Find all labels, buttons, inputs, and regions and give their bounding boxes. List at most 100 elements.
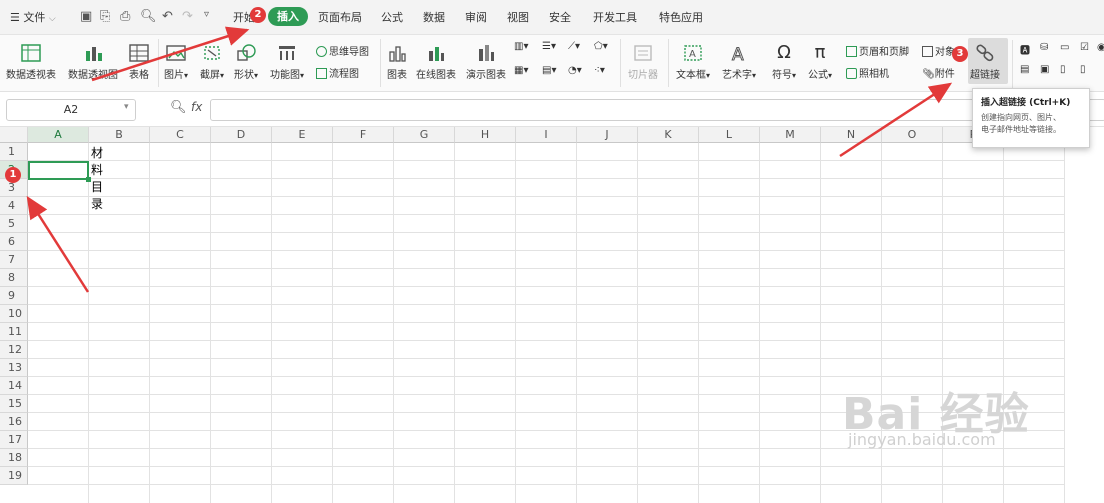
tab-review[interactable]: 审阅 [465, 9, 487, 25]
row-header-14[interactable]: 14 [0, 377, 28, 395]
column-header-B[interactable]: B [89, 127, 150, 143]
column-header-F[interactable]: F [333, 127, 394, 143]
radar-chart-dropdown[interactable]: ⬠▾ [594, 41, 608, 52]
tab-view[interactable]: 视图 [507, 9, 529, 25]
chart-button[interactable]: 图表 [386, 41, 408, 81]
row-header-19[interactable]: 19 [0, 467, 28, 485]
flowchart-icon [316, 68, 327, 79]
tab-insert[interactable]: 插入 [268, 7, 308, 26]
form-cylinder-icon[interactable]: ⛁ [1040, 42, 1048, 53]
fill-handle[interactable] [86, 177, 91, 182]
formula-input[interactable] [210, 99, 1104, 121]
row-header-17[interactable]: 17 [0, 431, 28, 449]
radio-icon[interactable]: ◉ [1097, 42, 1104, 53]
redo-icon[interactable]: ↷ [182, 9, 193, 24]
row-header-13[interactable]: 13 [0, 359, 28, 377]
column-header-N[interactable]: N [821, 127, 882, 143]
file-menu-button[interactable]: ☰ 文件 ⌵ [10, 9, 56, 25]
pivot-chart-button[interactable]: 数据透视图 [68, 41, 118, 81]
symbol-button[interactable]: Ω 符号▾ [772, 41, 796, 82]
table-button[interactable]: 表格 [128, 41, 150, 81]
camera-button[interactable]: 照相机 [846, 65, 889, 80]
form-box-icon[interactable]: ▭ [1060, 42, 1069, 53]
object-button[interactable]: 对象 [922, 43, 955, 58]
bar-chart-dropdown[interactable]: ☰▾ [542, 41, 556, 52]
row-header-8[interactable]: 8 [0, 269, 28, 287]
column-header-E[interactable]: E [272, 127, 333, 143]
row-header-1[interactable]: 1 [0, 143, 28, 161]
tab-formulas[interactable]: 公式 [381, 9, 403, 25]
tab-developer-tools[interactable]: 开发工具 [593, 9, 637, 25]
column-header-O[interactable]: O [882, 127, 943, 143]
wordart-button[interactable]: A 艺术字▾ [722, 41, 756, 82]
row-header-4[interactable]: 4 [0, 197, 28, 215]
print-icon[interactable]: ⎙ [120, 9, 130, 24]
slicer-button[interactable]: 切片器 [628, 41, 658, 81]
row-header-5[interactable]: 5 [0, 215, 28, 233]
column-chart-dropdown[interactable]: ▥▾ [514, 41, 528, 52]
column-header-D[interactable]: D [211, 127, 272, 143]
function-chart-button[interactable]: 功能图▾ [270, 41, 304, 81]
save-icon[interactable]: ▣ [80, 9, 92, 24]
fx-icon[interactable]: fx [191, 100, 202, 114]
demo-chart-button[interactable]: 演示图表 [466, 41, 506, 81]
stat-chart-dropdown[interactable]: ▤▾ [542, 65, 556, 76]
row-header-7[interactable]: 7 [0, 251, 28, 269]
form-combo-icon[interactable]: ▣ [1040, 64, 1049, 75]
column-header-I[interactable]: I [516, 127, 577, 143]
column-header-A[interactable]: A [28, 127, 89, 143]
stock-chart-dropdown[interactable]: ▦▾ [514, 65, 528, 76]
form-scroll-icon[interactable]: ▯ [1060, 64, 1066, 75]
menu-bar: ☰ 文件 ⌵ ▣ ⎘ ⎙ 🔍︎ ↶ ↷ ▿ 开始 插入 页面布局 公式 数据 审… [0, 0, 1104, 35]
picture-button[interactable]: 图片▾ [164, 41, 188, 81]
chevron-down-icon[interactable]: ▾ [124, 102, 129, 112]
online-chart-button[interactable]: 在线图表 [416, 41, 456, 81]
row-header-18[interactable]: 18 [0, 449, 28, 467]
textbox-button[interactable]: A 文本框▾ [676, 41, 710, 81]
grid-line [28, 304, 1065, 305]
zoom-search-icon[interactable]: 🔍︎ [170, 100, 187, 115]
pivot-table-button[interactable]: 数据透视表 [6, 41, 56, 81]
select-all-corner[interactable] [0, 127, 28, 143]
line-chart-dropdown[interactable]: ⟋▾ [568, 41, 580, 52]
cell-B1[interactable]: 材料目录 [91, 144, 103, 212]
column-header-M[interactable]: M [760, 127, 821, 143]
row-header-15[interactable]: 15 [0, 395, 28, 413]
row-header-6[interactable]: 6 [0, 233, 28, 251]
column-header-J[interactable]: J [577, 127, 638, 143]
row-header-16[interactable]: 16 [0, 413, 28, 431]
column-header-L[interactable]: L [699, 127, 760, 143]
shape-button[interactable]: 形状▾ [234, 41, 258, 81]
active-cell-selection[interactable] [28, 161, 89, 180]
mindmap-button[interactable]: 思维导图 [316, 43, 369, 58]
tab-security[interactable]: 安全 [549, 9, 571, 25]
row-header-9[interactable]: 9 [0, 287, 28, 305]
format-painter-icon[interactable]: ⎘ [100, 9, 110, 24]
tab-page-layout[interactable]: 页面布局 [318, 9, 362, 25]
screenshot-button[interactable]: 截屏▾ [200, 41, 224, 81]
name-box[interactable]: A2 [6, 99, 136, 121]
flowchart-button[interactable]: 流程图 [316, 65, 359, 80]
row-header-11[interactable]: 11 [0, 323, 28, 341]
checkbox-icon[interactable]: ☑ [1080, 42, 1089, 53]
column-header-C[interactable]: C [150, 127, 211, 143]
scatter-chart-dropdown[interactable]: ⁖▾ [594, 65, 605, 76]
row-header-10[interactable]: 10 [0, 305, 28, 323]
customize-toolbar-icon[interactable]: ▿ [204, 9, 209, 20]
tab-data[interactable]: 数据 [423, 9, 445, 25]
hyperlink-button[interactable]: 超链接 [970, 41, 1000, 81]
header-footer-button[interactable]: 页眉和页脚 [846, 43, 909, 58]
form-label-icon[interactable]: 🅰︎ [1020, 42, 1030, 57]
form-spin-icon[interactable]: ▯ [1080, 64, 1086, 75]
attachment-button[interactable]: 📎︎附件 [922, 65, 955, 80]
column-header-H[interactable]: H [455, 127, 516, 143]
tab-special-apps[interactable]: 特色应用 [659, 9, 703, 25]
undo-icon[interactable]: ↶ [162, 9, 173, 24]
column-header-K[interactable]: K [638, 127, 699, 143]
row-header-12[interactable]: 12 [0, 341, 28, 359]
form-list-icon[interactable]: ▤ [1020, 64, 1029, 75]
print-preview-icon[interactable]: 🔍︎ [140, 9, 157, 24]
column-header-G[interactable]: G [394, 127, 455, 143]
pie-chart-dropdown[interactable]: ◔▾ [568, 65, 582, 76]
formula-button[interactable]: π 公式▾ [808, 41, 832, 82]
